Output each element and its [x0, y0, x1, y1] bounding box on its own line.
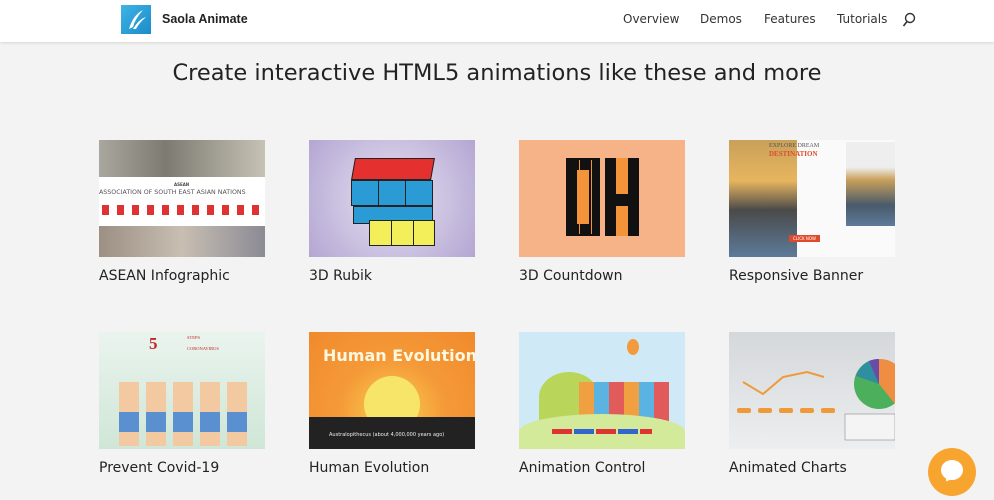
nav-overview[interactable]: Overview [623, 12, 680, 26]
demo-card-responsive-banner[interactable]: EXPLORE DREAM DESTINATION CLICK NOW Resp… [729, 140, 895, 284]
demo-card-animated-charts[interactable]: Animated Charts [729, 332, 895, 476]
card-label[interactable]: Responsive Banner [729, 268, 863, 284]
charts-thumbnail[interactable] [729, 332, 895, 449]
thumb-text: Human Evolution [323, 346, 475, 365]
demo-card-3d-countdown[interactable]: 3D Countdown [519, 140, 685, 284]
nav-tutorials[interactable]: Tutorials [837, 12, 887, 26]
countdown-thumbnail[interactable] [519, 140, 685, 257]
thumb-text: ASSOCIATION OF SOUTH EAST ASIAN NATIONS [99, 189, 246, 196]
demo-card-3d-rubik[interactable]: 3D Rubik [309, 140, 475, 284]
demo-card-prevent-covid[interactable]: 5 STEPS CORONAVIRUS Prevent Covid-19 [99, 332, 265, 476]
nav-demos[interactable]: Demos [700, 12, 742, 26]
covid-thumbnail[interactable]: 5 STEPS CORONAVIRUS [99, 332, 265, 449]
thumb-text: DESTINATION [769, 150, 818, 158]
thumb-text: EXPLORE DREAM [769, 143, 820, 149]
card-label[interactable]: 3D Rubik [309, 268, 372, 284]
thumb-text: CLICK NOW [789, 235, 820, 242]
thumb-text: ASEAN [174, 182, 190, 187]
brand-name[interactable]: Saola Animate [162, 12, 248, 26]
page-title: Create interactive HTML5 animations like… [172, 60, 822, 86]
card-label[interactable]: Animated Charts [729, 460, 847, 476]
asean-thumbnail[interactable]: ASEAN ASSOCIATION OF SOUTH EAST ASIAN NA… [99, 140, 265, 257]
rubik-thumbnail[interactable] [309, 140, 475, 257]
thumb-text: Australopithecus (about 4,000,000 years … [329, 432, 445, 438]
demo-card-human-evolution[interactable]: Human Evolution Australopithecus (about … [309, 332, 475, 476]
card-label[interactable]: 3D Countdown [519, 268, 623, 284]
search-icon[interactable] [902, 12, 916, 28]
saola-logo-icon[interactable] [121, 5, 151, 34]
animation-control-thumbnail[interactable] [519, 332, 685, 449]
banner-thumbnail[interactable]: EXPLORE DREAM DESTINATION CLICK NOW [729, 140, 895, 257]
card-label[interactable]: ASEAN Infographic [99, 268, 230, 284]
demo-card-animation-control[interactable]: Animation Control [519, 332, 685, 476]
thumb-text: 5 [149, 334, 158, 353]
top-navigation-bar: Saola Animate Overview Demos Features Tu… [0, 0, 994, 42]
demo-card-asean[interactable]: ASEAN ASSOCIATION OF SOUTH EAST ASIAN NA… [99, 140, 265, 284]
evolution-thumbnail[interactable]: Human Evolution Australopithecus (about … [309, 332, 475, 449]
card-label[interactable]: Human Evolution [309, 460, 429, 476]
thumb-text: STEPS [187, 335, 201, 340]
card-label[interactable]: Prevent Covid-19 [99, 460, 219, 476]
thumb-text: CORONAVIRUS [187, 346, 219, 351]
card-label[interactable]: Animation Control [519, 460, 645, 476]
chat-button[interactable] [928, 448, 976, 496]
nav-features[interactable]: Features [764, 12, 816, 26]
